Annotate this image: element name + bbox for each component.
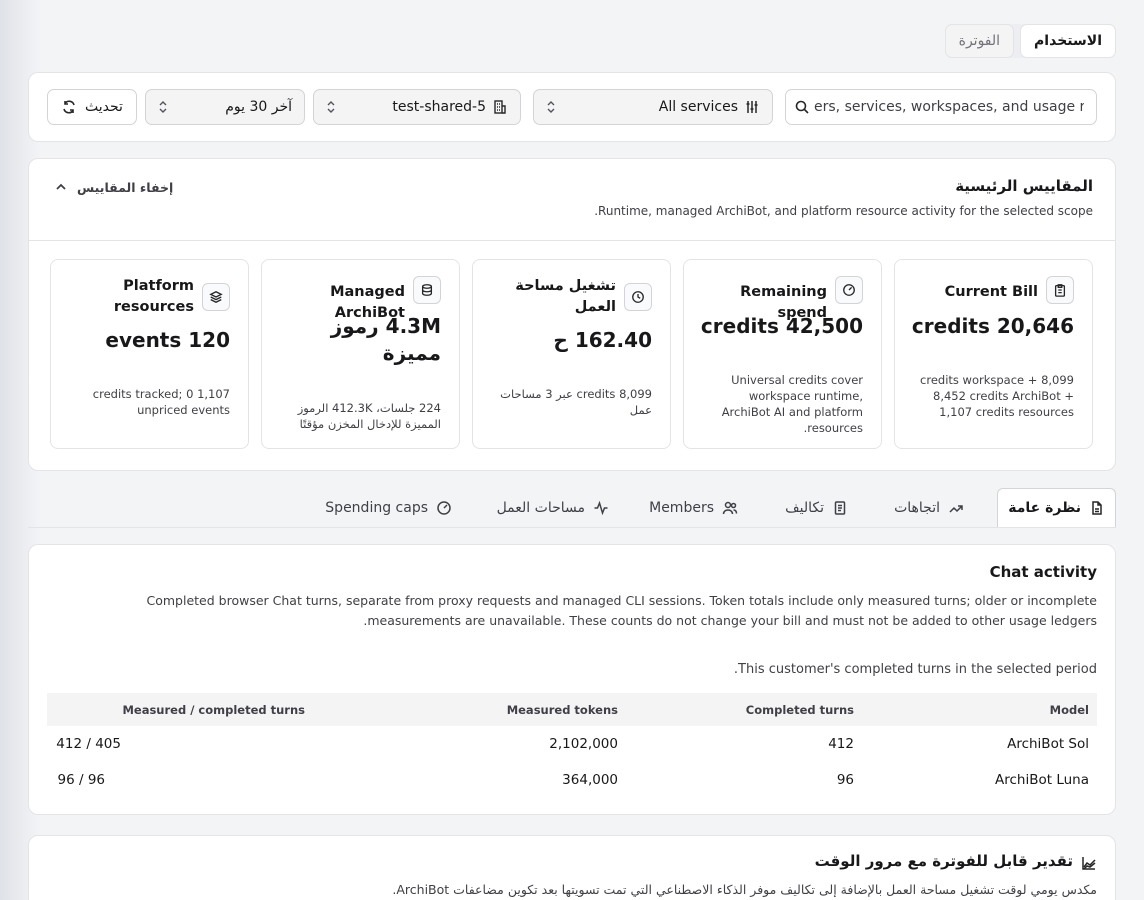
tab-usage[interactable]: الاستخدام — [1020, 24, 1116, 58]
metrics-title: المقاييس الرئيسية — [955, 177, 1093, 195]
tab-members[interactable]: Members — [649, 488, 738, 527]
chat-title: Chat activity — [989, 563, 1097, 581]
table-header: Model Completed turns Measured tokens Me… — [47, 693, 1097, 726]
metric-remaining-spend: Remaining spend 42,500 credits Universal… — [683, 259, 882, 449]
metric-note: 8,099 credits عبر 3 مساحات عمل — [500, 387, 652, 417]
tab-spending-caps[interactable]: Spending caps — [325, 488, 452, 527]
metric-value: 20,646 credits — [911, 314, 1074, 338]
metric-workspace-runtime: تشغيل مساحة العمل 162.40 ح 8,099 credits… — [472, 259, 671, 449]
tab-label: اتجاهات — [894, 499, 940, 516]
filter-bar: ers, services, workspaces, and usage row… — [28, 72, 1116, 142]
chevron-up-icon — [53, 179, 69, 195]
billable-estimate-card: تقدير قابل للفوترة مع مرور الوقت مكدس يو… — [28, 835, 1116, 900]
cell-model: ArchiBot Luna — [995, 772, 1089, 788]
col-measured-tokens: Measured tokens — [506, 702, 618, 717]
top-tabs: الاستخدام الفوترة — [944, 24, 1116, 58]
metric-note: Universal credits cover workspace runtim… — [721, 373, 863, 435]
key-metrics-card: المقاييس الرئيسية Runtime, managed Archi… — [28, 158, 1116, 471]
divider — [29, 240, 1115, 241]
tab-label: تكاليف — [785, 499, 824, 516]
chat-activity-card: Chat activity Completed browser Chat tur… — [28, 544, 1116, 815]
metric-note: 224 جلسات، 412.3K الرموز المميزة للإدخال… — [297, 401, 441, 431]
hide-metrics-button[interactable]: إخفاء المقاييس — [53, 179, 173, 195]
metric-managed-archibot: Managed ArchiBot 4.3M رموز مميزة 224 جلس… — [261, 259, 460, 449]
clock-icon — [624, 283, 652, 311]
refresh-button[interactable]: تحديث — [47, 89, 137, 125]
refresh-icon — [61, 99, 77, 115]
section-tabs: نظرة عامة اتجاهات تكاليف Members مساحات … — [28, 488, 1116, 528]
receipt-icon — [832, 500, 848, 516]
col-model: Model — [1049, 702, 1089, 717]
document-icon — [1089, 500, 1105, 516]
layers-icon — [202, 283, 230, 311]
col-completed-turns: Completed turns — [745, 702, 854, 717]
billable-estimate-subtitle: مكدس يومي لوقت تشغيل مساحة العمل بالإضاف… — [392, 882, 1097, 897]
search-input[interactable]: ers, services, workspaces, and usage row… — [785, 89, 1097, 125]
metric-label: Current Bill — [944, 284, 1038, 300]
search-icon — [794, 99, 810, 115]
trend-icon — [948, 500, 964, 516]
cell-ratio: 405 / 412 — [56, 736, 121, 752]
sliders-icon — [744, 99, 760, 115]
activity-icon — [593, 500, 609, 516]
metric-value: 162.40 ح — [553, 328, 652, 352]
cell-ratio: 96 / 96 — [57, 772, 105, 788]
col-measured-completed: Measured / completed turns — [122, 702, 305, 717]
services-value: All services — [658, 99, 738, 115]
database-icon — [413, 276, 441, 304]
tab-label: Members — [649, 499, 714, 516]
tab-billing[interactable]: الفوترة — [944, 24, 1015, 58]
table-row: ArchiBot Luna 96 364,000 96 / 96 — [47, 762, 1097, 798]
chat-description: Completed browser Chat turns, separate f… — [146, 593, 1098, 628]
tab-trends[interactable]: اتجاهات — [894, 488, 964, 527]
search-placeholder: ers, services, workspaces, and usage row… — [814, 99, 1084, 115]
gauge-icon — [436, 500, 452, 516]
cell-tokens: 364,000 — [562, 772, 618, 788]
metric-value: 120 events — [105, 328, 230, 352]
tab-workspaces[interactable]: مساحات العمل — [497, 488, 609, 527]
range-value: آخر 30 يوم — [225, 99, 292, 115]
cell-turns: 96 — [836, 772, 854, 788]
metric-label: تشغيل مساحة العمل — [515, 278, 616, 315]
chat-period-note: This customer's completed turns in the s… — [733, 662, 1097, 677]
metric-value: 4.3M رموز مميزة — [330, 314, 441, 365]
gauge-icon — [835, 276, 863, 304]
range-select[interactable]: آخر 30 يوم — [145, 89, 305, 125]
users-icon — [722, 500, 738, 516]
chat-table: Model Completed turns Measured tokens Me… — [47, 693, 1097, 798]
clipboard-icon — [1046, 276, 1074, 304]
cell-model: ArchiBot Sol — [1007, 736, 1089, 752]
billable-estimate-title: تقدير قابل للفوترة مع مرور الوقت — [814, 852, 1073, 870]
tab-label: نظرة عامة — [1008, 500, 1081, 516]
cell-turns: 412 — [828, 736, 854, 752]
chevron-updown-icon — [158, 100, 168, 114]
tab-label: مساحات العمل — [496, 499, 585, 516]
metric-current-bill: Current Bill 20,646 credits 8,099 credit… — [894, 259, 1093, 449]
building-icon — [492, 99, 508, 115]
tab-overview[interactable]: نظرة عامة — [997, 488, 1116, 527]
chart-area-icon — [1081, 855, 1097, 871]
metric-note: 8,099 credits workspace + 8,452 credits … — [920, 373, 1074, 419]
cell-tokens: 2,102,000 — [549, 736, 618, 752]
refresh-label: تحديث — [85, 99, 123, 115]
metric-label: Platform resources — [113, 278, 194, 315]
workspace-value: test-shared-5 — [392, 99, 486, 115]
tab-costs[interactable]: تكاليف — [785, 488, 848, 527]
workspace-select[interactable]: test-shared-5 — [313, 89, 521, 125]
table-row: ArchiBot Sol 412 2,102,000 405 / 412 — [47, 726, 1097, 762]
services-select[interactable]: All services — [533, 89, 773, 125]
chevron-updown-icon — [326, 100, 336, 114]
hide-metrics-label: إخفاء المقاييس — [77, 179, 174, 195]
metrics-subtitle: Runtime, managed ArchiBot, and platform … — [594, 204, 1093, 218]
chevron-updown-icon — [546, 100, 556, 114]
tab-label: Spending caps — [325, 499, 428, 516]
metric-platform-resources: Platform resources 120 events 1,107 cred… — [50, 259, 249, 449]
metric-note: 1,107 credits tracked; 0 unpriced events — [92, 387, 230, 417]
metric-value: 42,500 credits — [700, 314, 863, 338]
